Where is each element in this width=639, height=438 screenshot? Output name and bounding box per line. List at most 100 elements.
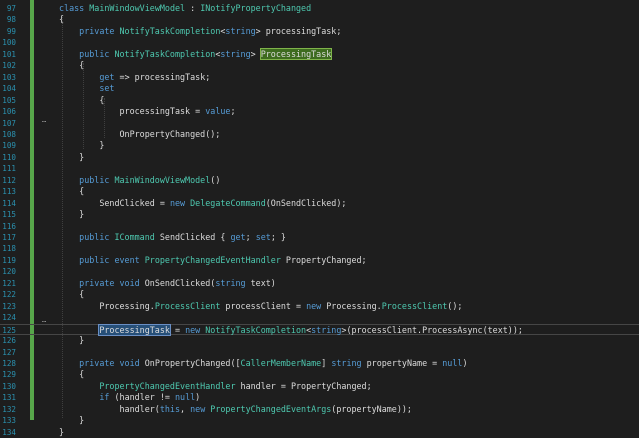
code-text[interactable]: } <box>59 415 84 427</box>
code-token: ; <box>245 232 256 242</box>
code-text[interactable]: { <box>59 95 104 107</box>
code-text[interactable]: PropertyChangedEventHandler handler = Pr… <box>59 380 372 393</box>
code-text[interactable]: { <box>59 289 84 301</box>
code-line[interactable]: 103 get => processingTask; <box>0 72 639 84</box>
code-token: handler( <box>59 403 160 414</box>
line-number: 110 <box>2 152 16 162</box>
code-line[interactable]: 110 } <box>0 152 639 164</box>
code-text[interactable]: if (handler != null) <box>59 392 200 404</box>
code-token: if <box>99 392 115 403</box>
code-token: public <box>79 232 115 242</box>
code-token: public <box>79 174 115 185</box>
code-text[interactable]: class MainWindowViewModel : INotifyPrope… <box>59 3 311 15</box>
code-line[interactable]: 104 set <box>0 83 639 95</box>
code-text[interactable]: { <box>59 369 84 381</box>
code-line[interactable]: 125 ProcessingTask = new NotifyTaskCompl… <box>0 323 639 336</box>
code-text[interactable]: SendClicked = new DelegateCommand(OnSend… <box>59 198 346 210</box>
code-text[interactable]: private void OnPropertyChanged([CallerMe… <box>59 358 467 370</box>
code-text[interactable]: } <box>59 209 84 221</box>
code-line[interactable]: 112 public MainWindowViewModel() <box>0 175 639 187</box>
code-text[interactable]: public ICommand SendClicked { get; set; … <box>59 232 286 244</box>
code-text[interactable]: Processing.ProcessClient processClient =… <box>59 301 462 313</box>
code-line[interactable]: 108 OnPropertyChanged(); <box>0 129 639 141</box>
code-text[interactable]: set <box>59 83 114 95</box>
code-line[interactable]: 113 { <box>0 186 639 198</box>
line-number: 133 <box>2 416 16 426</box>
code-text[interactable]: { <box>59 186 84 198</box>
code-line[interactable]: 119 public event PropertyChangedEventHan… <box>0 255 639 267</box>
code-token: { <box>59 94 105 105</box>
code-text[interactable]: { <box>59 60 84 72</box>
code-line[interactable]: 116 <box>0 221 639 233</box>
code-token: MainWindowViewModel <box>89 3 186 13</box>
code-text[interactable]: public NotifyTaskCompletion<string> Proc… <box>59 47 333 61</box>
code-line[interactable]: 128 private void OnPropertyChanged([Call… <box>0 358 639 370</box>
line-number: 122 <box>2 290 16 300</box>
code-text[interactable]: } <box>59 335 84 347</box>
line-number: 128 <box>2 358 16 368</box>
code-token: NotifyTaskCompletion <box>205 324 307 335</box>
code-token: CallerMemberName <box>240 357 322 368</box>
code-line[interactable]: 114 SendClicked = new DelegateCommand(On… <box>0 198 639 210</box>
code-text[interactable]: OnPropertyChanged(); <box>59 129 221 141</box>
code-line[interactable]: 133 } <box>0 415 639 427</box>
code-line[interactable]: 121 private void OnSendClicked(string te… <box>0 278 639 290</box>
code-line[interactable]: 124 <box>0 312 639 324</box>
code-line[interactable]: 98 { <box>0 14 639 26</box>
code-text[interactable]: { <box>59 14 64 26</box>
code-token: string <box>220 48 251 59</box>
code-line[interactable]: 126 } <box>0 335 639 347</box>
code-line[interactable]: 134} <box>0 427 639 438</box>
code-line[interactable]: 102 { <box>0 60 639 72</box>
code-line[interactable]: 120 <box>0 266 639 278</box>
code-line[interactable]: 115 } <box>0 209 639 221</box>
code-token: (); <box>447 300 463 311</box>
code-line[interactable]: 122 { <box>0 289 639 301</box>
code-text[interactable]: private void OnSendClicked(string text) <box>59 278 276 290</box>
code-text[interactable]: get => processingTask; <box>59 72 210 84</box>
code-text[interactable]: private NotifyTaskCompletion<string> pro… <box>59 26 341 38</box>
code-token: >(processClient.ProcessAsync(text)); <box>341 324 523 335</box>
code-text[interactable]: } <box>59 140 104 152</box>
code-token: { <box>59 186 85 197</box>
code-text[interactable]: } <box>59 152 84 164</box>
code-token: Processing. <box>59 300 155 311</box>
code-token: : <box>185 3 201 13</box>
code-line[interactable]: 105 { <box>0 95 639 107</box>
code-token: string <box>311 324 342 335</box>
code-line[interactable]: 101 public NotifyTaskCompletion<string> … <box>0 47 639 61</box>
line-number: 109 <box>2 141 16 151</box>
line-number: 121 <box>2 278 16 288</box>
code-token: text) <box>250 277 276 288</box>
code-line[interactable]: 111 <box>0 163 639 175</box>
code-text[interactable]: public MainWindowViewModel() <box>59 175 220 187</box>
code-token: ICommand <box>114 232 155 242</box>
code-text[interactable]: handler(this, new PropertyChangedEventAr… <box>59 404 412 416</box>
code-token: ProcessClient <box>381 300 448 311</box>
code-line[interactable]: 100 <box>0 37 639 49</box>
code-line[interactable]: 118 <box>0 243 639 255</box>
code-line[interactable]: 130 PropertyChangedEventHandler handler … <box>0 381 639 393</box>
code-token: ; <box>230 106 236 117</box>
code-line[interactable]: 127 <box>0 347 639 359</box>
code-line[interactable]: 123 Processing.ProcessClient processClie… <box>0 301 639 313</box>
code-line[interactable]: 132 handler(this, new PropertyChangedEve… <box>0 404 639 416</box>
line-number: 126 <box>2 336 16 346</box>
code-text[interactable]: processingTask = value; <box>59 106 236 118</box>
code-line[interactable]: 129 { <box>0 369 639 381</box>
code-token: handler = PropertyChanged; <box>235 380 372 391</box>
code-line[interactable]: 107 <box>0 118 639 130</box>
code-line[interactable]: 109 } <box>0 140 639 152</box>
code-text[interactable]: public event PropertyChangedEventHandler… <box>59 255 366 267</box>
code-line[interactable]: 117 public ICommand SendClicked { get; s… <box>0 232 639 244</box>
code-line[interactable]: 97 class MainWindowViewModel : INotifyPro… <box>0 3 639 15</box>
code-editor[interactable]: … … 97 class MainWindowViewModel : INotif… <box>0 0 639 437</box>
code-line[interactable]: 99 private NotifyTaskCompletion<string> … <box>0 26 639 38</box>
code-line[interactable]: 131 if (handler != null) <box>0 392 639 404</box>
code-text[interactable]: } <box>59 427 64 438</box>
code-token: (propertyName)); <box>331 403 412 414</box>
code-line[interactable]: 106 processingTask = value; <box>0 106 639 118</box>
